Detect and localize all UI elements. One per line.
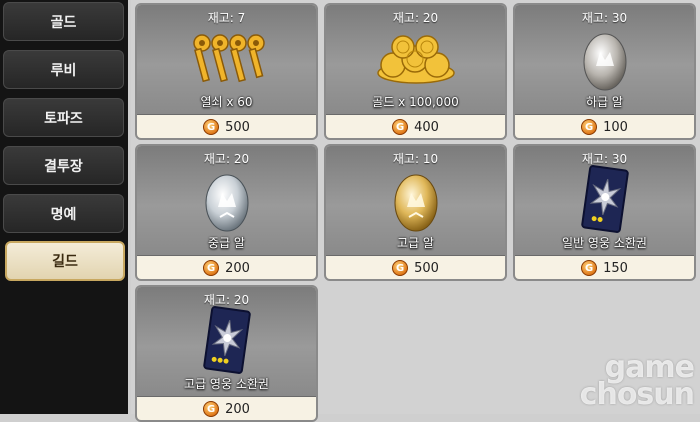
keys-icon <box>192 34 265 83</box>
shop-item-grid: 재고: 7 열쇠 x 60 G 500 재고: 20 골드 x 100,000 … <box>131 0 700 422</box>
price-row: G 500 <box>137 116 316 138</box>
gold-coin-icon: G <box>203 401 220 417</box>
hero-ticket-icon <box>580 165 629 233</box>
tab-arena[interactable]: 결투장 <box>3 146 124 185</box>
tab-topaz[interactable]: 토파즈 <box>3 98 124 137</box>
card-image-area: 재고: 30 하급 알 <box>515 5 694 115</box>
tab-label: 결투장 <box>44 158 83 175</box>
price-row: G 500 <box>326 257 505 279</box>
price-row: G 200 <box>137 398 316 420</box>
tab-ruby[interactable]: 루비 <box>3 50 124 89</box>
item-price: 200 <box>225 260 250 276</box>
item-name: 일반 영웅 소환권 <box>562 236 647 250</box>
gold-coins-icon <box>376 35 455 84</box>
tab-honor[interactable]: 명예 <box>3 194 124 233</box>
price-row: G 400 <box>326 116 505 138</box>
card-image-area: 재고: 20 고급 영웅 소환권 <box>137 287 316 397</box>
item-price: 100 <box>603 119 628 135</box>
price-row: G 150 <box>515 257 694 279</box>
shop-item-card[interactable]: 재고: 30 하급 알 G 100 <box>513 3 696 140</box>
gold-coin-icon: G <box>203 260 220 276</box>
shop-item-card[interactable]: 재고: 30 일반 영웅 소환권 G 150 <box>513 144 696 281</box>
tab-gold[interactable]: 골드 <box>3 2 124 41</box>
item-name: 중급 알 <box>208 236 245 250</box>
gold-coin-icon: G <box>392 260 409 276</box>
price-row: G 200 <box>137 257 316 279</box>
item-price: 150 <box>603 260 628 276</box>
item-name: 열쇠 x 60 <box>200 95 253 109</box>
shop-item-card[interactable]: 재고: 7 열쇠 x 60 G 500 <box>135 3 318 140</box>
gold-coin-icon: G <box>392 119 409 135</box>
item-price: 500 <box>225 119 250 135</box>
tab-label: 토파즈 <box>44 110 83 127</box>
item-name: 골드 x 100,000 <box>372 95 459 109</box>
watermark-logo: game chosun <box>579 353 695 412</box>
gold-coin-icon: G <box>581 260 598 276</box>
gold-coin-icon: G <box>581 119 598 135</box>
item-name: 하급 알 <box>586 95 623 109</box>
item-price: 400 <box>414 119 439 135</box>
card-image-area: 재고: 30 일반 영웅 소환권 <box>515 146 694 256</box>
shop-category-sidebar: 골드 루비 토파즈 결투장 명예 길드 <box>0 0 128 414</box>
card-image-area: 재고: 7 열쇠 x 60 <box>137 5 316 115</box>
gold-coin-icon: G <box>203 119 220 135</box>
price-row: G 100 <box>515 116 694 138</box>
card-image-area: 재고: 20 중급 알 <box>137 146 316 256</box>
high-egg-icon <box>394 174 437 232</box>
item-name: 고급 영웅 소환권 <box>184 377 269 391</box>
premium-hero-ticket-icon <box>202 306 251 374</box>
tab-label: 골드 <box>50 14 77 31</box>
item-price: 200 <box>225 401 250 417</box>
tab-label: 길드 <box>52 254 78 270</box>
watermark-line2: chosun <box>579 377 695 412</box>
card-image-area: 재고: 20 골드 x 100,000 <box>326 5 505 115</box>
mid-egg-icon <box>205 174 248 232</box>
low-egg-icon <box>583 33 626 91</box>
tab-label: 루비 <box>50 62 77 79</box>
shop-item-card[interactable]: 재고: 20 중급 알 G 200 <box>135 144 318 281</box>
tab-label: 명예 <box>50 206 77 223</box>
shop-item-card[interactable]: 재고: 10 고급 알 G 500 <box>324 144 507 281</box>
item-price: 500 <box>414 260 439 276</box>
shop-item-card[interactable]: 재고: 20 고급 영웅 소환권 G 200 <box>135 285 318 422</box>
card-image-area: 재고: 10 고급 알 <box>326 146 505 256</box>
shop-item-card[interactable]: 재고: 20 골드 x 100,000 G 400 <box>324 3 507 140</box>
item-name: 고급 알 <box>397 236 434 250</box>
tab-guild[interactable]: 길드 <box>5 241 125 281</box>
